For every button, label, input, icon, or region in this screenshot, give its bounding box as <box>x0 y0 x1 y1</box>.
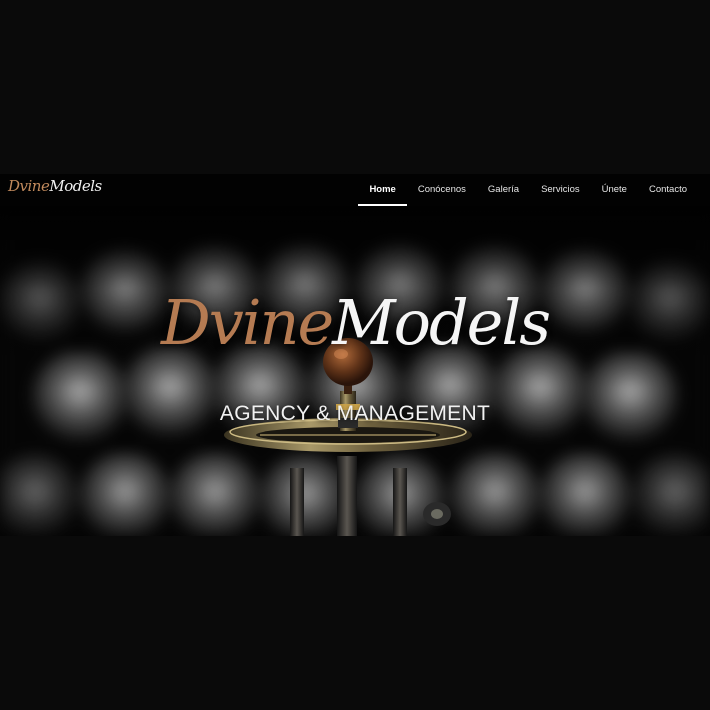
nav-item-contacto[interactable]: Contacto <box>638 174 698 206</box>
hero-subtitle: AGENCY & MANAGEMENT <box>219 402 491 425</box>
top-navbar: Dvine Models Home Conócenos Galería Serv… <box>0 174 710 206</box>
nav-menu: Home Conócenos Galería Servicios Únete C… <box>358 174 698 206</box>
nav-item-servicios[interactable]: Servicios <box>530 174 591 206</box>
brass-instrument-image <box>224 338 472 536</box>
hero-section: DvineModels AGENCY & MANAGEMENT <box>0 206 710 536</box>
nav-item-home[interactable]: Home <box>358 174 408 206</box>
nav-item-galeria[interactable]: Galería <box>477 174 530 206</box>
hero-title-models: Models <box>332 286 551 359</box>
hero-logo-title: DvineModels <box>0 286 710 359</box>
logo-part-models: Models <box>49 177 102 195</box>
screenshot-canvas: Dvine Models Home Conócenos Galería Serv… <box>0 0 710 710</box>
site-logo[interactable]: Dvine Models <box>8 177 102 203</box>
nav-item-conocenos[interactable]: Conócenos <box>407 174 477 206</box>
hero-title-dvine: Dvine <box>160 286 334 359</box>
website-viewport: Dvine Models Home Conócenos Galería Serv… <box>0 174 710 536</box>
nav-item-unete[interactable]: Únete <box>591 174 638 206</box>
logo-part-dvine: Dvine <box>8 177 50 195</box>
